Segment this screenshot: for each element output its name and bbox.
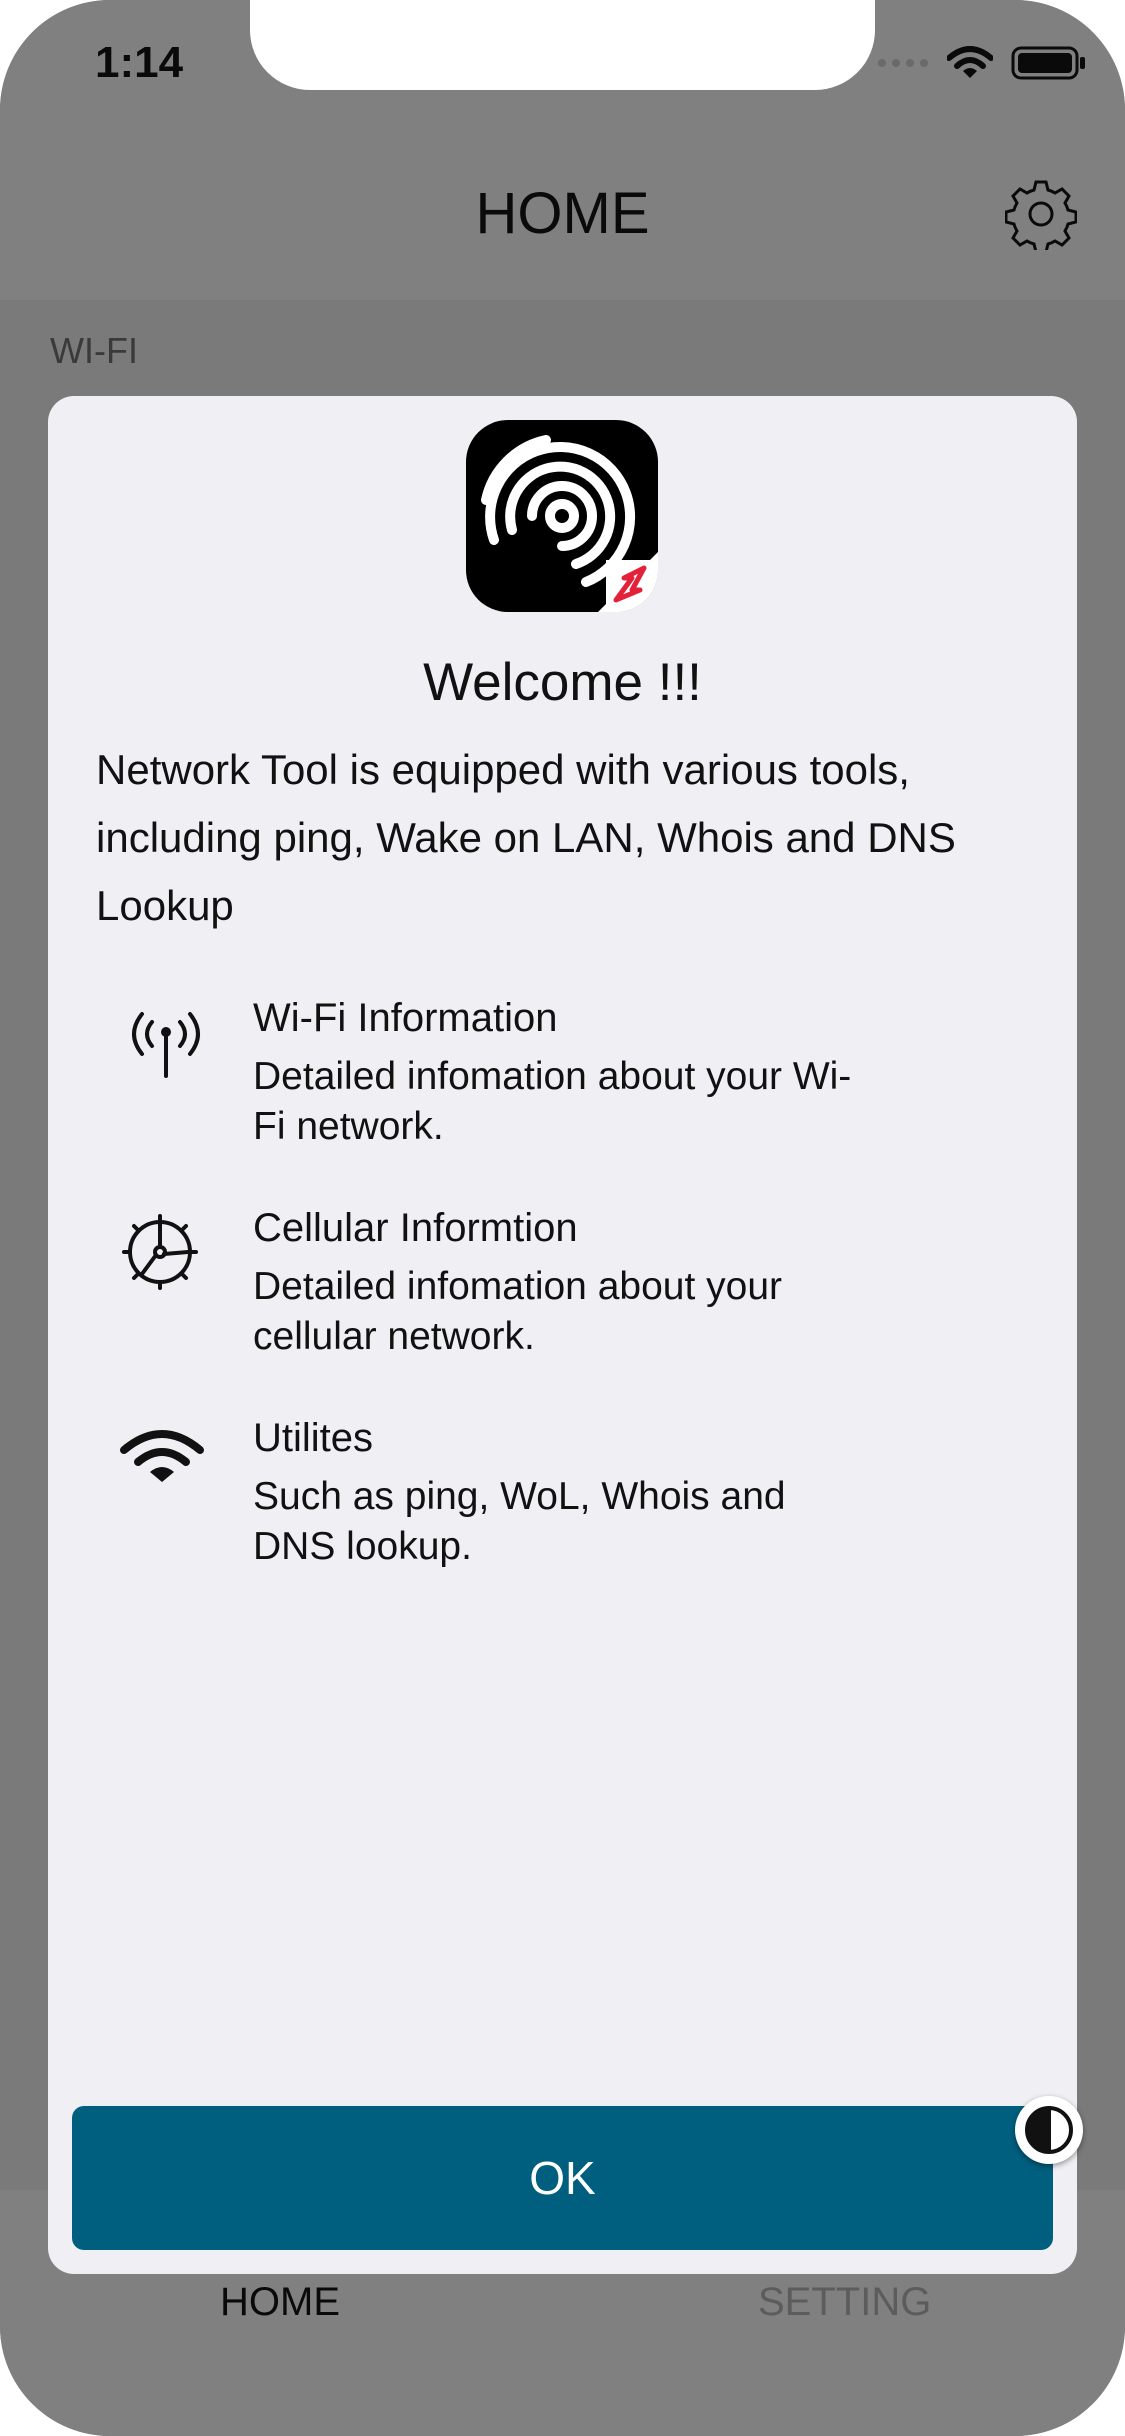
welcome-modal: Welcome !!! Network Tool is equipped wit… <box>48 396 1077 2274</box>
settings-button[interactable] <box>1004 178 1078 254</box>
feature-description-line: Fi network. <box>253 1105 444 1148</box>
gear-icon <box>1004 180 1078 254</box>
feature-description: Detailed infomation about your cellular … <box>253 1262 913 1362</box>
battery-icon <box>1011 46 1087 85</box>
tab-setting[interactable]: SETTING <box>758 2280 931 2325</box>
welcome-title: Welcome !!! <box>423 653 702 712</box>
section-label: WI-FI <box>50 330 138 371</box>
tab-home[interactable]: HOME <box>220 2280 340 2325</box>
feature-title: Cellular Informtion <box>253 1206 578 1250</box>
ok-button[interactable]: OK <box>72 2106 1053 2250</box>
device-notch <box>250 0 875 90</box>
feature-title: Utilites <box>253 1416 374 1460</box>
status-icons <box>877 46 1087 85</box>
feature-description: Such as ping, WoL, Whois and DNS lookup. <box>253 1472 913 1572</box>
feature-description-line: Detailed infomation about your Wi- <box>253 1055 852 1098</box>
cellular-wheel-icon <box>116 1206 216 1306</box>
status-time: 1:14 <box>95 38 184 87</box>
feature-description: Detailed infomation about your Wi- Fi ne… <box>253 1052 913 1152</box>
device-frame: 1:14 HOME WI-FI HOME SETTING Welcome !!!… <box>0 0 1125 2436</box>
signal-icon <box>877 56 929 75</box>
feature-description-line: DNS lookup. <box>253 1525 472 1568</box>
navigation-bar: HOME <box>0 130 1125 300</box>
status-bar: 1:14 <box>0 0 1125 130</box>
feature-description-line: Detailed infomation about your <box>253 1265 782 1308</box>
feature-description-line: cellular network. <box>253 1315 535 1358</box>
floating-assistive-button[interactable] <box>1015 2096 1083 2164</box>
half-circle-icon <box>1025 2106 1073 2154</box>
app-logo-icon <box>466 420 658 612</box>
feature-description-line: Such as ping, WoL, Whois and <box>253 1475 786 1518</box>
wifi-icon <box>116 1416 216 1516</box>
wifi-status-icon <box>946 46 994 85</box>
intro-text: Network Tool is equipped with various to… <box>96 746 956 929</box>
antenna-icon <box>116 996 216 1096</box>
feature-title: Wi-Fi Information <box>253 996 558 1040</box>
page-title: HOME <box>475 181 650 246</box>
